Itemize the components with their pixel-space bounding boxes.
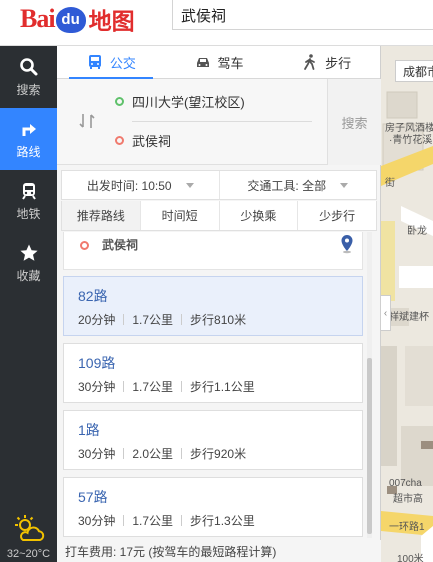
subway-icon <box>21 182 36 200</box>
route-time: 20分钟 <box>78 313 116 327</box>
route-search-button[interactable]: 搜索 <box>327 79 381 165</box>
results-list[interactable]: 武侯祠 82路 20分钟 1.7公里 步行810米 109路 30分钟 1.7公… <box>57 232 381 538</box>
destination-dot-icon <box>115 135 124 145</box>
route-distance: 2.0公里 <box>132 447 174 461</box>
search-icon <box>19 57 37 75</box>
nav-item-route[interactable]: 路线 <box>0 108 57 170</box>
nav-label-route: 路线 <box>16 144 41 159</box>
map-poi-label: ·青竹花溪 <box>389 135 433 146</box>
route-walk: 步行810米 <box>190 313 247 327</box>
nav-label-favorites: 收藏 <box>16 268 41 283</box>
map-scale-label: 100米 <box>397 554 424 562</box>
results-scrollbar[interactable] <box>367 232 372 538</box>
chevron-left-icon: ‹ <box>383 307 388 319</box>
route-name: 109路 <box>78 355 116 371</box>
route-walk: 步行1.3公里 <box>190 514 255 528</box>
weather-temp: 32~20°C <box>6 548 51 560</box>
nav-item-search[interactable]: 搜索 <box>0 46 57 108</box>
map-road-label: 一环路1 <box>389 522 425 533</box>
route-input-box: 四川大学(望江校区) 武侯祠 搜索 <box>57 79 381 165</box>
destination-summary-label: 武侯祠 <box>102 238 139 252</box>
route-time: 30分钟 <box>78 380 116 394</box>
destination-text: 武侯祠 <box>132 133 172 149</box>
city-selector[interactable]: 成都市 <box>395 60 433 82</box>
sort-recommended[interactable]: 推荐路线 <box>62 201 140 230</box>
tab-walk-label: 步行 <box>325 55 352 71</box>
origin-dot-icon <box>115 96 124 106</box>
depart-time-label: 出发时间: 10:50 <box>86 178 172 193</box>
route-meta: 20分钟 1.7公里 步行810米 <box>78 311 246 328</box>
star-icon <box>19 244 38 261</box>
destination-field[interactable]: 武侯祠 <box>115 128 315 152</box>
sort-fewer-transfers[interactable]: 少换乘 <box>218 201 298 230</box>
transport-tool-label: 交通工具: 全部 <box>247 178 327 193</box>
tab-car[interactable]: 驾车 <box>165 46 273 78</box>
swap-icon[interactable] <box>77 111 97 131</box>
taxi-fare-note: 打车费用: 17元 (按驾车的最短路程计算) <box>57 540 381 562</box>
route-name: 57路 <box>78 489 108 505</box>
tab-walk[interactable]: 步行 <box>272 46 380 78</box>
map-poi-label: 祥斌建杯 <box>389 312 429 323</box>
route-result-card[interactable]: 1路 30分钟 2.0公里 步行920米 <box>63 410 363 470</box>
location-pin-icon <box>341 235 353 254</box>
filter-row: 出发时间: 10:50 交通工具: 全部 <box>61 170 377 200</box>
nav-label-subway: 地铁 <box>16 206 41 221</box>
sort-tabs: 推荐路线 时间短 少换乘 少步行 <box>61 201 377 231</box>
route-time: 30分钟 <box>78 514 116 528</box>
tab-bus-label: 公交 <box>109 55 136 71</box>
route-distance: 1.7公里 <box>132 514 174 528</box>
route-result-card[interactable]: 82路 20分钟 1.7公里 步行810米 <box>63 276 363 336</box>
destination-dot-icon <box>80 241 89 250</box>
bus-icon <box>88 55 101 69</box>
tab-bus[interactable]: 公交 <box>57 46 165 79</box>
sort-shortest-time[interactable]: 时间短 <box>139 201 219 230</box>
map-road-label: 卧龙 <box>407 226 427 237</box>
transport-tool-select[interactable]: 交通工具: 全部 <box>218 171 377 199</box>
chevron-down-icon <box>340 182 349 188</box>
depart-time-select[interactable]: 出发时间: 10:50 <box>62 171 219 199</box>
sun-cloud-icon <box>14 515 44 541</box>
search-input[interactable]: 武侯祠 <box>172 0 433 30</box>
map-poi-label: 007cha <box>389 478 422 489</box>
route-meta: 30分钟 2.0公里 步行920米 <box>78 445 246 462</box>
route-meta: 30分钟 1.7公里 步行1.3公里 <box>78 512 255 529</box>
route-walk: 步行920米 <box>190 447 247 461</box>
logo-map-text: 地图 <box>88 9 135 35</box>
chevron-down-icon <box>185 182 194 188</box>
baidu-map-logo[interactable]: Bai du 地图 <box>20 4 135 35</box>
sort-less-walking[interactable]: 少步行 <box>297 201 376 230</box>
car-icon <box>196 58 209 67</box>
map-road-label: 街 <box>385 178 395 189</box>
mode-tabs: 公交 驾车 步行 <box>57 46 380 79</box>
route-icon <box>22 123 36 136</box>
route-name: 82路 <box>78 288 108 304</box>
route-panel: 公交 驾车 步行 四川大学(望江校区) 武侯祠 搜索 出发时间: 10:50 交… <box>57 46 381 562</box>
nav-item-subway[interactable]: 地铁 <box>0 170 57 232</box>
weather-widget[interactable]: 32~20°C <box>0 500 57 562</box>
map-poi-label: 超市高 <box>393 494 423 505</box>
route-time: 30分钟 <box>78 447 116 461</box>
scrollbar-thumb[interactable] <box>367 358 372 534</box>
route-distance: 1.7公里 <box>132 380 174 394</box>
nav-label-search: 搜索 <box>16 82 41 97</box>
destination-summary: 武侯祠 <box>63 232 363 270</box>
collapse-panel-button[interactable]: ‹ <box>381 295 391 331</box>
route-walk: 步行1.1公里 <box>190 380 255 394</box>
route-name: 1路 <box>78 422 100 438</box>
route-distance: 1.7公里 <box>132 313 174 327</box>
route-result-card[interactable]: 109路 30分钟 1.7公里 步行1.1公里 <box>63 343 363 403</box>
route-result-card[interactable]: 57路 30分钟 1.7公里 步行1.3公里 <box>63 477 363 537</box>
logo-bai: Bai <box>20 4 56 33</box>
logo-du-paw: du <box>55 7 86 33</box>
walk-icon <box>304 54 316 70</box>
origin-text: 四川大学(望江校区) <box>132 94 245 110</box>
top-header: Bai du 地图 武侯祠 <box>0 0 433 46</box>
nav-item-favorites[interactable]: 收藏 <box>0 232 57 294</box>
origin-field[interactable]: 四川大学(望江校区) <box>115 89 315 113</box>
tab-car-label: 驾车 <box>217 55 244 71</box>
left-nav: 搜索 路线 地铁 收藏 32~20°C <box>0 46 57 562</box>
input-divider <box>132 121 312 122</box>
route-meta: 30分钟 1.7公里 步行1.1公里 <box>78 378 255 395</box>
